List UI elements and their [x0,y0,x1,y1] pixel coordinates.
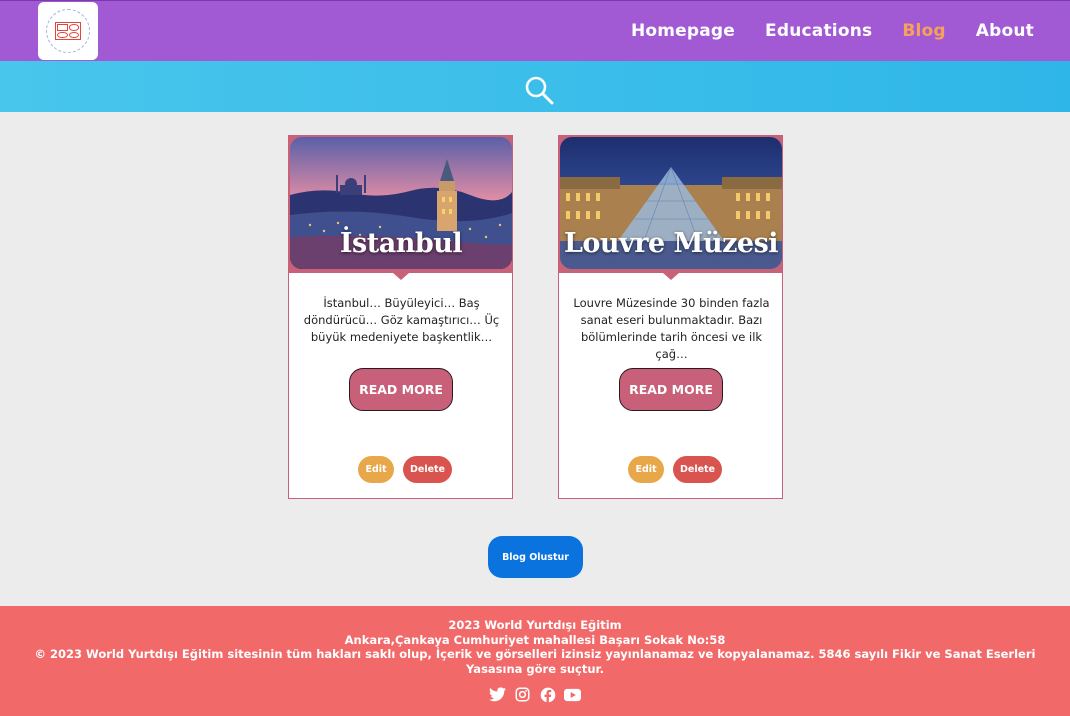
footer-address: Ankara,Çankaya Cumhuriyet mahallesi Başa… [344,632,726,647]
instagram-icon[interactable] [514,686,531,703]
nav-link-blog[interactable]: Blog [902,21,945,41]
read-more-button[interactable]: READ MORE [349,368,453,411]
social-links [0,686,1070,703]
read-more-button[interactable]: READ MORE [619,368,723,411]
create-blog-button[interactable]: Blog Olustur [488,536,583,578]
card-image-frame: İstanbul [289,136,512,280]
card-image-frame: Louvre Müzesi [559,136,782,280]
nav-link-homepage[interactable]: Homepage [631,21,735,41]
footer-copyright: © 2023 World Yurtdışı Eğitim sitesinin t… [34,647,1036,676]
twitter-icon[interactable] [489,686,506,703]
logo-badge [46,9,90,53]
footer: 2023 World Yurtdışı Eğitim Ankara,Çankay… [0,606,1070,716]
footer-company: 2023 World Yurtdışı Eğitim [448,618,622,632]
search-icon[interactable] [524,75,554,105]
nav-menu: Homepage Educations Blog About [631,21,1034,41]
delete-button[interactable]: Delete [403,456,452,483]
card-image-title: İstanbul [339,228,463,259]
search-bar [0,61,1070,112]
edit-button[interactable]: Edit [358,456,394,483]
nav-link-about[interactable]: About [976,21,1034,41]
navbar: Homepage Educations Blog About [0,0,1070,61]
delete-button[interactable]: Delete [673,456,722,483]
edit-button[interactable]: Edit [628,456,664,483]
youtube-icon[interactable] [564,686,581,703]
brand-logo-icon[interactable] [38,2,98,60]
card-excerpt: İstanbul… Büyüleyici… Baş döndürücü… Göz… [303,296,500,344]
facebook-icon[interactable] [539,686,556,703]
blog-card: İstanbul İstanbul… Büyüleyici… Baş döndü… [288,135,513,499]
istanbul-photo[interactable]: İstanbul [290,137,512,269]
nav-link-educations[interactable]: Educations [765,21,872,41]
card-excerpt: Louvre Müzesinde 30 binden fazla sanat e… [573,296,770,361]
blog-card: Louvre Müzesi Louvre Müzesinde 30 binden… [558,135,783,499]
logo-shapes [55,22,81,40]
card-image-title: Louvre Müzesi [563,228,779,259]
louvre-photo[interactable]: Louvre Müzesi [560,137,782,269]
